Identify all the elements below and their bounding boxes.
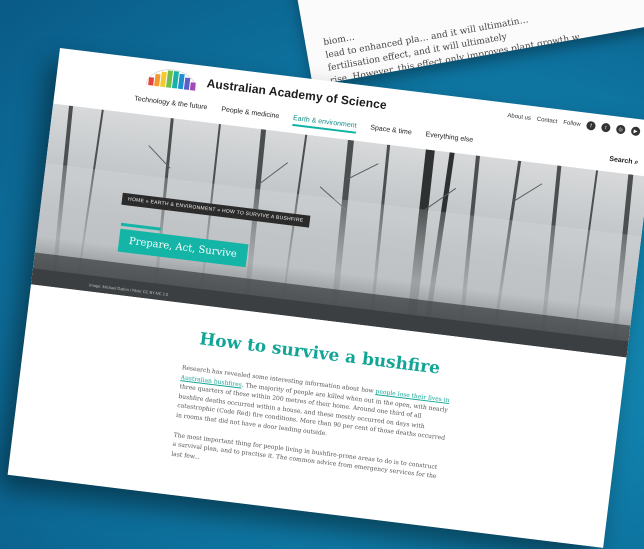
search-label: Search xyxy=(608,155,633,166)
twitter-icon[interactable]: t xyxy=(600,122,611,133)
about-link[interactable]: About us xyxy=(507,113,531,122)
instagram-icon[interactable]: ◎ xyxy=(615,124,626,135)
facebook-icon[interactable]: f xyxy=(585,120,596,131)
youtube-icon[interactable]: ▶ xyxy=(630,126,641,137)
nav-item-people[interactable]: People & medicine xyxy=(220,106,280,124)
paragraph-text: . The majority of people are killed when… xyxy=(175,381,449,443)
academy-logo-icon[interactable] xyxy=(142,64,202,93)
nav-item-earth[interactable]: Earth & environment xyxy=(292,114,357,134)
search-icon: ⌕ xyxy=(633,158,639,167)
utility-bar: About us Contact Follow f t ◎ ▶ xyxy=(507,111,641,137)
webpage-printout: Australian Academy of Science About us C… xyxy=(7,48,644,548)
nav-item-everything[interactable]: Everything else xyxy=(425,131,473,148)
follow-label: Follow xyxy=(562,119,581,128)
nav-item-technology[interactable]: Technology & the future xyxy=(133,95,208,115)
search-button[interactable]: Search ⌕ xyxy=(609,156,639,168)
article-body: How to survive a bushfire Research has r… xyxy=(170,328,455,502)
contact-link[interactable]: Contact xyxy=(536,116,557,124)
nav-item-space[interactable]: Space & time xyxy=(369,124,412,140)
background-page: biom… lead to enhanced pla… and it will … xyxy=(293,0,644,86)
